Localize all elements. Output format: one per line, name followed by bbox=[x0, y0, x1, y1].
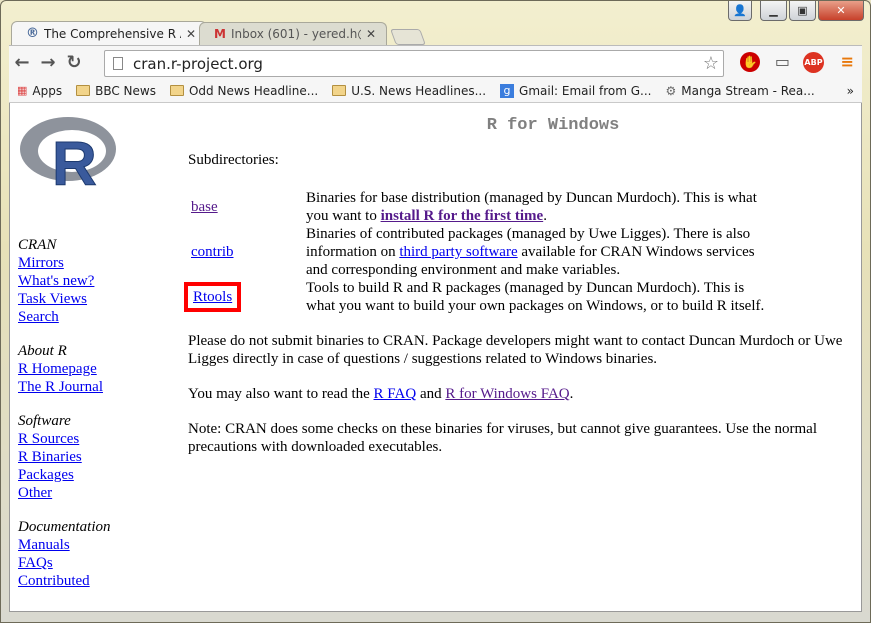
menu-icon[interactable]: ≡ bbox=[841, 52, 854, 71]
bookmark-us-news[interactable]: U.S. News Headlines... bbox=[332, 84, 486, 98]
new-tab-button[interactable] bbox=[390, 29, 426, 45]
sidebar-link-task-views[interactable]: Task Views bbox=[18, 290, 178, 308]
address-bar[interactable]: cran.r-project.org ☆ bbox=[104, 50, 724, 77]
sidebar-heading: CRAN bbox=[18, 237, 57, 253]
browser-window: 👤 ▁ ▣ ✕ ® The Comprehensive R Arc ✕ M In… bbox=[0, 0, 871, 623]
binaries-note: Please do not submit binaries to CRAN. P… bbox=[188, 333, 843, 367]
close-tab-icon[interactable]: ✕ bbox=[186, 27, 196, 41]
toolbar: ← → ↻ cran.r-project.org ☆ ✋ ▭ ABP ≡ bbox=[9, 45, 862, 79]
gmail-icon: M bbox=[214, 27, 226, 41]
sidebar-link-whats-new[interactable]: What's new? bbox=[18, 272, 178, 290]
faq-text: . bbox=[569, 386, 574, 402]
manga-icon: ⚙ bbox=[665, 83, 677, 98]
tab-title: Inbox (601) - yered.h@gm bbox=[230, 27, 361, 41]
sidebar-link-r-homepage[interactable]: R Homepage bbox=[18, 360, 178, 378]
sidebar-link-other[interactable]: Other bbox=[18, 484, 178, 502]
bookmark-label: Apps bbox=[32, 83, 63, 98]
folder-icon bbox=[332, 85, 347, 96]
adblock-icon[interactable]: ABP bbox=[803, 52, 824, 73]
sidebar-group-software: Software R Sources R Binaries Packages O… bbox=[18, 412, 178, 502]
sidebar-group-cran: CRAN Mirrors What's new? Task Views Sear… bbox=[18, 236, 178, 326]
stop-extension-icon[interactable]: ✋ bbox=[740, 52, 760, 72]
sidebar: R CRAN Mirrors What's new? Task Views Se… bbox=[18, 113, 178, 606]
r-logo-icon: ® bbox=[26, 26, 39, 41]
sidebar-link-mirrors[interactable]: Mirrors bbox=[18, 254, 178, 272]
sidebar-link-search[interactable]: Search bbox=[18, 308, 178, 326]
cast-icon[interactable]: ▭ bbox=[775, 52, 790, 71]
bookmark-bbc[interactable]: BBC News bbox=[76, 84, 156, 98]
faq-text: You may also want to read the bbox=[188, 386, 374, 402]
more-bookmarks-button[interactable]: » bbox=[847, 84, 854, 98]
tab-gmail[interactable]: M Inbox (601) - yered.h@gm ✕ bbox=[199, 22, 387, 45]
svg-text:R: R bbox=[52, 130, 97, 191]
subdirectories-table: base Binaries for base distribution (man… bbox=[183, 189, 776, 315]
sidebar-link-faqs[interactable]: FAQs bbox=[18, 554, 178, 572]
faq-paragraph: You may also want to read the R FAQ and … bbox=[188, 385, 858, 403]
r-logo: R bbox=[20, 117, 116, 200]
table-row: contrib Binaries of contributed packages… bbox=[188, 225, 776, 279]
maximize-button[interactable]: ▣ bbox=[789, 1, 816, 21]
virus-note: Note: CRAN does some checks on these bin… bbox=[188, 421, 818, 455]
minimize-button[interactable]: ▁ bbox=[760, 1, 787, 21]
bookmark-gmail[interactable]: g Gmail: Email from G... bbox=[500, 83, 652, 98]
faq-text: and bbox=[416, 386, 446, 402]
sidebar-link-r-sources[interactable]: R Sources bbox=[18, 430, 178, 448]
back-icon[interactable]: ← bbox=[9, 52, 35, 73]
forward-icon[interactable]: → bbox=[35, 52, 61, 73]
folder-icon bbox=[76, 85, 91, 96]
tab-cran[interactable]: ® The Comprehensive R Arc ✕ bbox=[11, 21, 207, 45]
sidebar-link-packages[interactable]: Packages bbox=[18, 466, 178, 484]
r-faq-link[interactable]: R FAQ bbox=[374, 386, 417, 402]
sidebar-heading: About R bbox=[18, 343, 67, 359]
sidebar-heading: Software bbox=[18, 413, 71, 429]
bookmark-label: Gmail: Email from G... bbox=[519, 83, 652, 98]
sidebar-link-contributed[interactable]: Contributed bbox=[18, 572, 178, 590]
contrib-link[interactable]: contrib bbox=[191, 244, 234, 260]
folder-icon bbox=[169, 85, 184, 96]
row-description: Tools to build R and R packages (managed… bbox=[306, 280, 765, 314]
apps-grid-icon: ▦ bbox=[17, 84, 28, 97]
sidebar-group-documentation: Documentation Manuals FAQs Contributed bbox=[18, 518, 178, 590]
sidebar-heading: Documentation bbox=[18, 519, 111, 535]
bookmark-star-icon[interactable]: ☆ bbox=[703, 53, 719, 74]
install-r-link[interactable]: install R for the first time bbox=[381, 208, 544, 224]
url-text: cran.r-project.org bbox=[133, 54, 263, 73]
r-windows-faq-link[interactable]: R for Windows FAQ bbox=[445, 386, 569, 402]
window-controls: 👤 ▁ ▣ ✕ bbox=[728, 1, 864, 21]
google-icon: g bbox=[500, 83, 515, 98]
tab-strip: ® The Comprehensive R Arc ✕ M Inbox (601… bbox=[11, 21, 426, 45]
sidebar-link-r-journal[interactable]: The R Journal bbox=[18, 378, 178, 396]
page-content: R CRAN Mirrors What's new? Task Views Se… bbox=[9, 103, 862, 612]
rtools-link[interactable]: Rtools bbox=[183, 282, 242, 312]
user-profile-button[interactable]: 👤 bbox=[728, 1, 752, 21]
sidebar-link-manuals[interactable]: Manuals bbox=[18, 536, 178, 554]
page-icon bbox=[113, 57, 123, 70]
base-link[interactable]: base bbox=[191, 199, 218, 215]
bookmark-label: Odd News Headline... bbox=[188, 83, 319, 98]
bookmark-manga[interactable]: ⚙ Manga Stream - Rea... bbox=[665, 84, 814, 98]
row-description-end: . bbox=[543, 208, 547, 224]
page-title: R for Windows bbox=[486, 116, 620, 135]
table-row: base Binaries for base distribution (man… bbox=[188, 189, 776, 225]
sidebar-group-about: About R R Homepage The R Journal bbox=[18, 342, 178, 396]
bookmark-apps[interactable]: ▦ Apps bbox=[17, 84, 62, 98]
third-party-software-link[interactable]: third party software bbox=[399, 244, 517, 260]
bookmark-label: U.S. News Headlines... bbox=[351, 83, 487, 98]
bookmark-odd-news[interactable]: Odd News Headline... bbox=[169, 83, 319, 98]
bookmark-label: BBC News bbox=[95, 83, 156, 98]
close-window-button[interactable]: ✕ bbox=[818, 1, 864, 21]
reload-icon[interactable]: ↻ bbox=[61, 52, 87, 73]
sidebar-link-r-binaries[interactable]: R Binaries bbox=[18, 448, 178, 466]
main-content: R for Windows Subdirectories: base Binar… bbox=[183, 103, 858, 456]
bookmark-label: Manga Stream - Rea... bbox=[681, 83, 815, 98]
subdirectories-label: Subdirectories: bbox=[188, 152, 279, 168]
close-tab-icon[interactable]: ✕ bbox=[366, 27, 376, 41]
table-row: Rtools Tools to build R and R packages (… bbox=[183, 279, 776, 315]
tab-title: The Comprehensive R Arc bbox=[44, 26, 181, 41]
bookmarks-bar: ▦ Apps BBC News Odd News Headline... U.S.… bbox=[9, 79, 862, 103]
